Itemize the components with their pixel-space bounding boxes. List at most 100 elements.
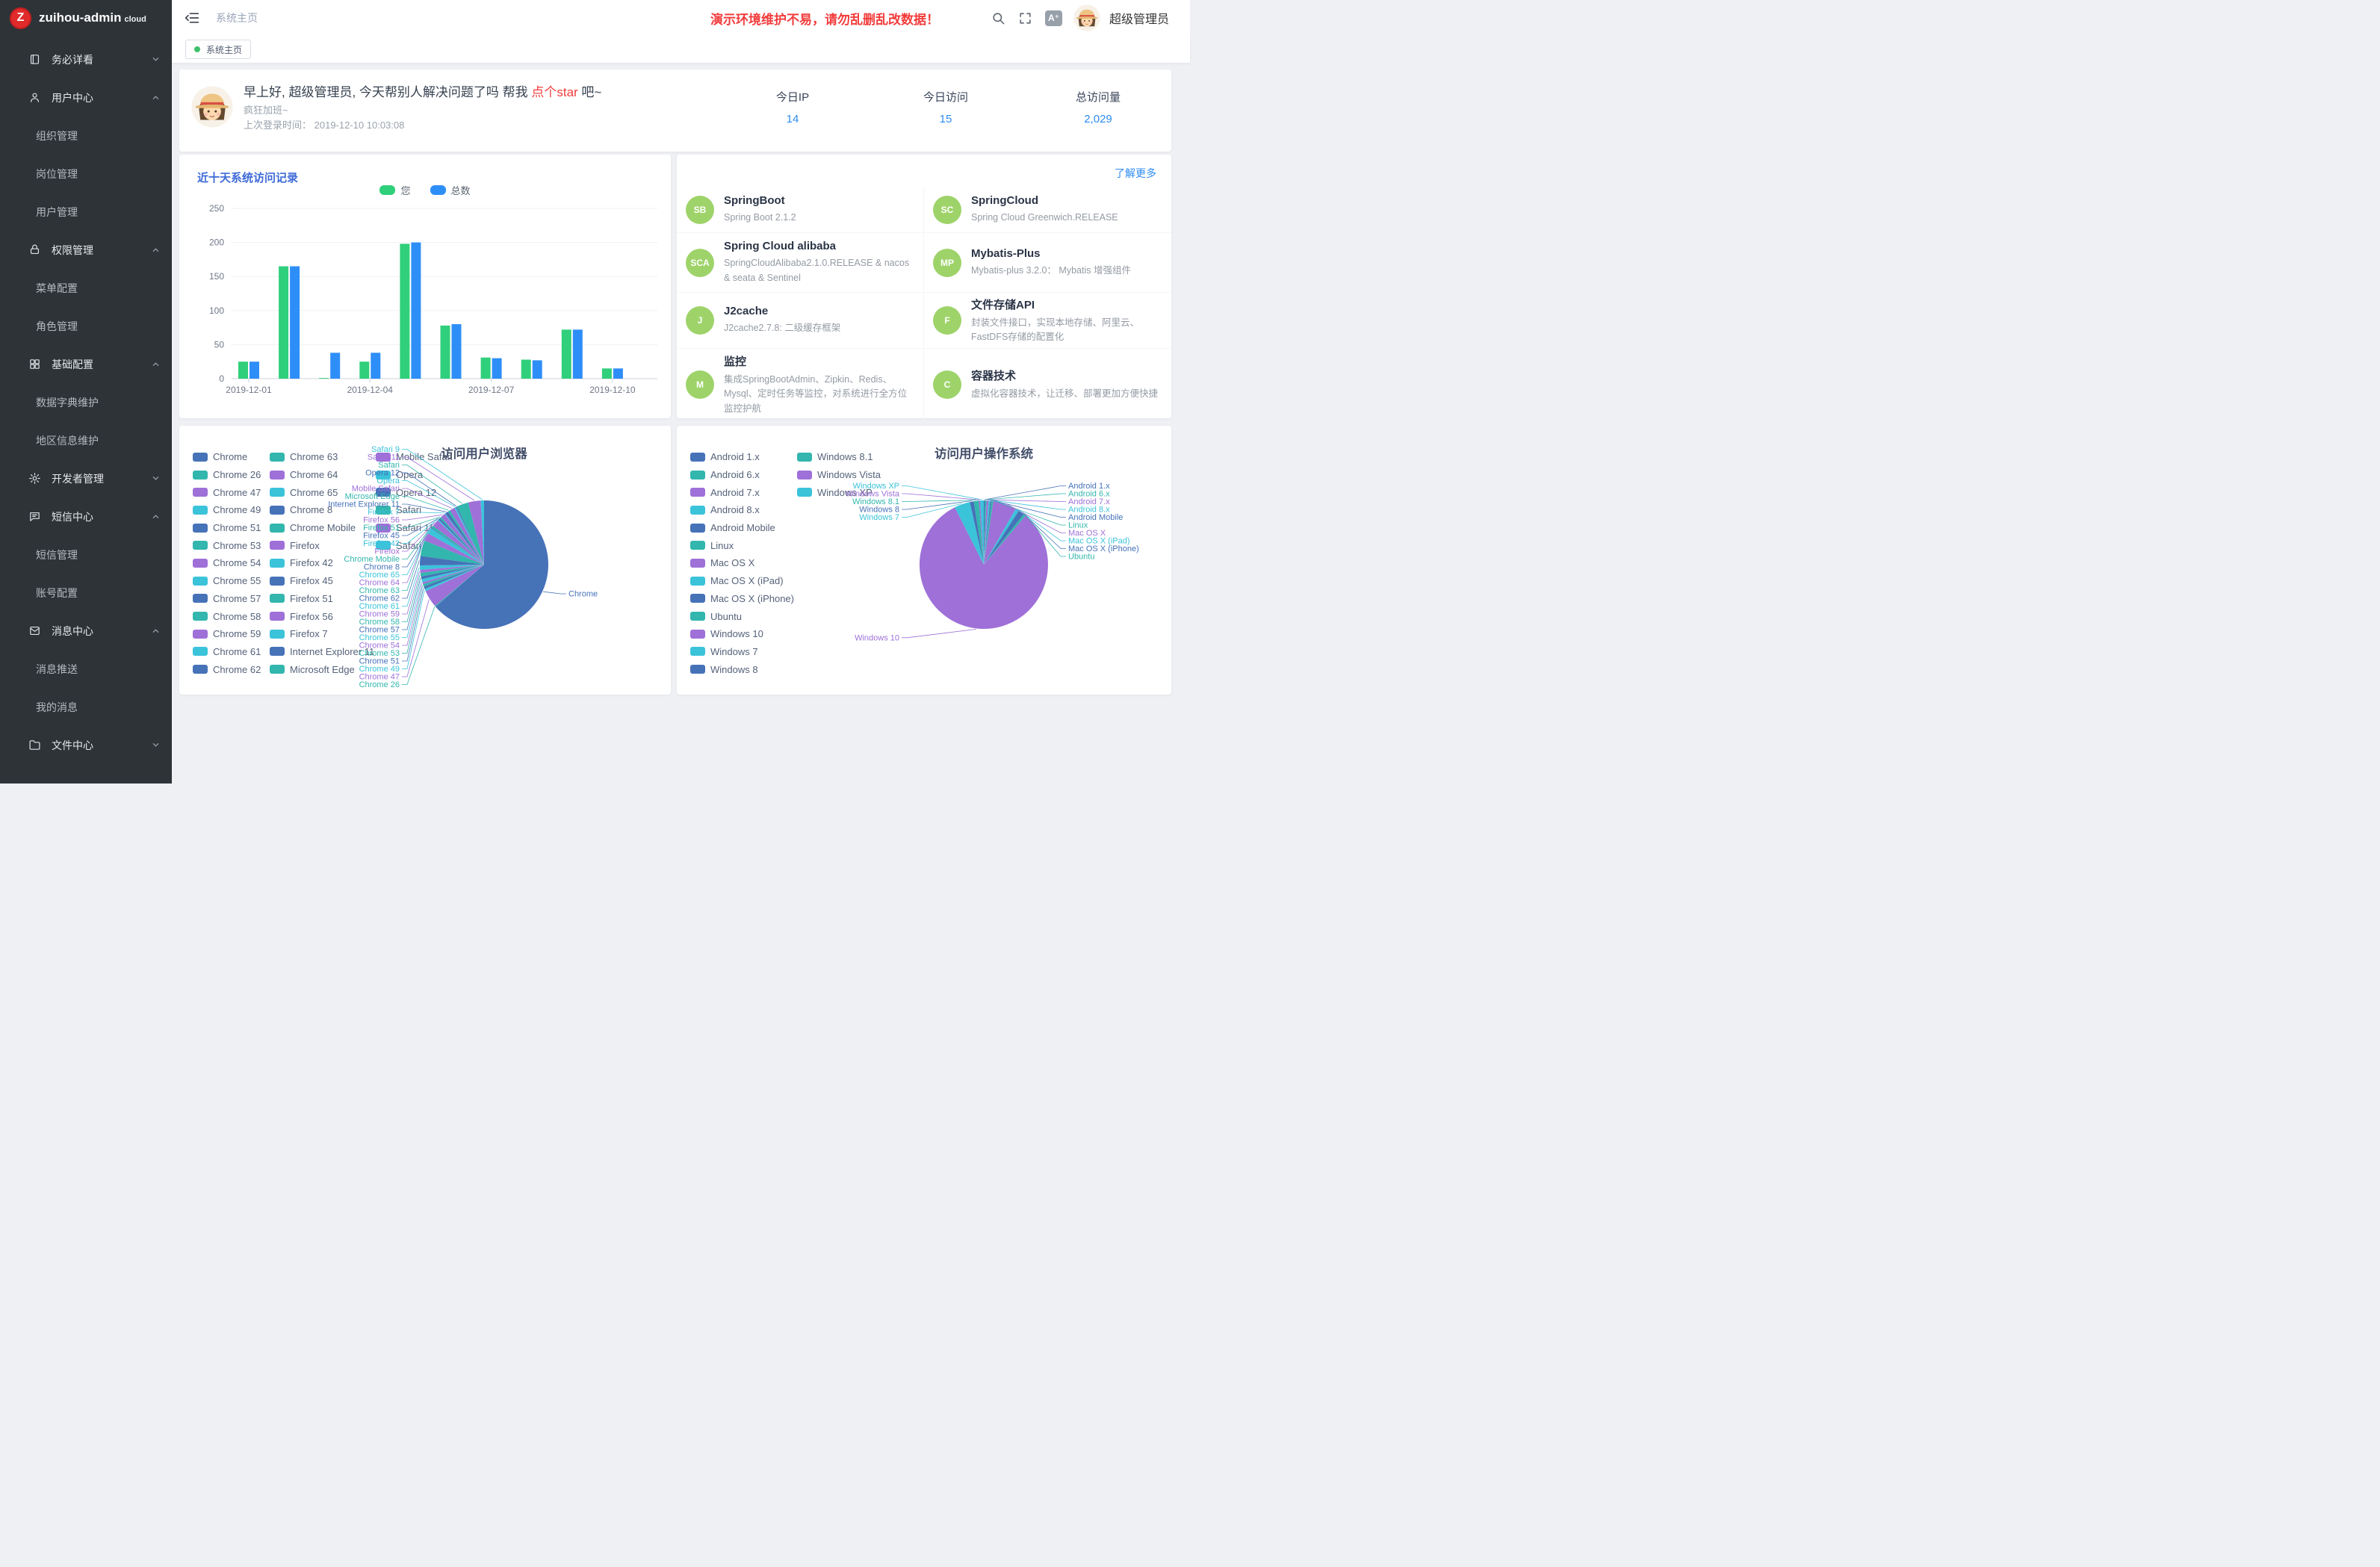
stat-today-ip: 今日IP 14 xyxy=(740,89,845,125)
sidebar-subitem-org-management[interactable]: 组织管理 xyxy=(0,117,172,155)
sidebar-item-file-center[interactable]: 文件中心 xyxy=(0,726,172,764)
tech-badge-icon: SCA xyxy=(686,249,714,277)
gear-icon xyxy=(28,472,42,485)
sidebar-subitem-menu-config[interactable]: 菜单配置 xyxy=(0,269,172,307)
legend-item[interactable]: Chrome 53 xyxy=(193,536,270,554)
legend-item[interactable]: Internet Explorer 11 xyxy=(270,643,376,661)
legend-item[interactable]: Chrome 64 xyxy=(270,466,376,484)
tab-label: 系统主页 xyxy=(206,43,242,56)
sidebar-item-developer-management[interactable]: 开发者管理 xyxy=(0,459,172,497)
legend-item[interactable]: Chrome 8 xyxy=(270,501,376,519)
legend-item[interactable]: Firefox 7 xyxy=(270,625,376,643)
tech-item-desc: Spring Cloud Greenwich.RELEASE xyxy=(971,211,1118,225)
legend-item[interactable]: Chrome 61 xyxy=(193,643,270,661)
sidebar-item-label: 务必详看 xyxy=(52,52,93,67)
legend-item[interactable]: Windows 8.1 xyxy=(797,448,881,466)
legend-item[interactable]: Windows 10 xyxy=(690,625,797,643)
app-root: Z zuihou-admincloud 务必详看用户中心组织管理岗位管理用户管理… xyxy=(0,0,1190,784)
legend-item[interactable]: Linux xyxy=(690,536,797,554)
sidebar-item-sms-center[interactable]: 短信中心 xyxy=(0,497,172,536)
legend-item[interactable]: Android 6.x xyxy=(690,466,797,484)
legend-item[interactable]: Windows Vista xyxy=(797,466,881,484)
sidebar-item-label: 消息中心 xyxy=(52,624,93,639)
legend-item[interactable]: Firefox 51 xyxy=(270,590,376,608)
os-pie-card: 访问用户操作系统 Android 1.xAndroid 6.xAndroid 7… xyxy=(677,426,1171,695)
legend-item[interactable]: Safari 11 xyxy=(376,519,453,537)
legend-item[interactable]: Windows 7 xyxy=(690,643,797,661)
sidebar-subitem-data-dictionary[interactable]: 数据字典维护 xyxy=(0,383,172,421)
legend-item[interactable]: Chrome 57 xyxy=(193,590,270,608)
legend-item[interactable]: Opera 12 xyxy=(376,483,453,501)
menu-fold-icon[interactable] xyxy=(185,11,199,25)
legend-item[interactable]: Chrome 26 xyxy=(193,466,270,484)
svg-text:Mac OS X (iPhone): Mac OS X (iPhone) xyxy=(1068,544,1139,553)
sidebar-subitem-message-push[interactable]: 消息推送 xyxy=(0,650,172,688)
tech-item-title: 文件存储API xyxy=(971,297,1158,312)
font-size-icon[interactable]: A⁺ xyxy=(1045,10,1062,26)
tech-item-desc: J2cache2.7.8: 二级缓存框架 xyxy=(724,321,840,335)
sidebar-item-permission-management[interactable]: 权限管理 xyxy=(0,231,172,269)
legend-item[interactable]: Mac OS X xyxy=(690,554,797,572)
sidebar-subitem-role-management[interactable]: 角色管理 xyxy=(0,307,172,345)
svg-text:2019-12-01: 2019-12-01 xyxy=(226,385,272,395)
sidebar-item-user-center[interactable]: 用户中心 xyxy=(0,78,172,117)
legend-item[interactable]: Mac OS X (iPad) xyxy=(690,572,797,590)
legend-item[interactable]: Firefox xyxy=(270,536,376,554)
svg-text:Android 6.x: Android 6.x xyxy=(1068,490,1110,499)
sidebar-item-message-center[interactable]: 消息中心 xyxy=(0,612,172,650)
sidebar-item-must-read[interactable]: 务必详看 xyxy=(0,40,172,78)
legend-item[interactable]: Windows XP xyxy=(797,483,881,501)
svg-text:150: 150 xyxy=(209,271,224,282)
sidebar-item-base-config[interactable]: 基础配置 xyxy=(0,345,172,383)
legend-item[interactable]: Chrome xyxy=(193,448,270,466)
tab-home[interactable]: 系统主页 xyxy=(185,40,251,59)
legend-item[interactable]: Safari xyxy=(376,501,453,519)
legend-item[interactable]: Chrome 59 xyxy=(193,625,270,643)
fullscreen-icon[interactable] xyxy=(1018,11,1032,25)
star-link[interactable]: 点个star xyxy=(531,85,577,99)
legend-item[interactable]: Firefox 56 xyxy=(270,607,376,625)
legend-item[interactable]: Chrome 49 xyxy=(193,501,270,519)
legend-item[interactable]: Firefox 42 xyxy=(270,554,376,572)
svg-text:Chrome: Chrome xyxy=(568,590,598,599)
learn-more-link[interactable]: 了解更多 xyxy=(1115,166,1156,181)
legend-item[interactable]: Chrome 47 xyxy=(193,483,270,501)
legend-item[interactable]: Android 7.x xyxy=(690,483,797,501)
legend-item[interactable]: Chrome 54 xyxy=(193,554,270,572)
logo-title-text: zuihou-admin xyxy=(39,10,121,25)
legend-item[interactable]: Chrome 65 xyxy=(270,483,376,501)
legend-item[interactable]: Android 8.x xyxy=(690,501,797,519)
legend-item[interactable]: Microsoft Edge xyxy=(270,660,376,678)
greeting-suffix: 吧~ xyxy=(578,85,602,99)
svg-text:Chrome 26: Chrome 26 xyxy=(359,680,400,689)
legend-item[interactable]: Safari 9 xyxy=(376,536,453,554)
legend-item[interactable]: Chrome 51 xyxy=(193,519,270,537)
legend-item[interactable]: Chrome 63 xyxy=(270,448,376,466)
legend-item[interactable]: Ubuntu xyxy=(690,607,797,625)
sidebar-subitem-post-management[interactable]: 岗位管理 xyxy=(0,155,172,193)
legend-item[interactable]: Firefox 45 xyxy=(270,572,376,590)
legend-item[interactable]: Chrome 55 xyxy=(193,572,270,590)
sidebar-subitem-sms-management[interactable]: 短信管理 xyxy=(0,536,172,574)
legend-item[interactable]: Android Mobile xyxy=(690,519,797,537)
legend-item[interactable]: Mac OS X (iPhone) xyxy=(690,590,797,608)
sidebar-subitem-my-messages[interactable]: 我的消息 xyxy=(0,688,172,726)
sidebar-subitem-user-management[interactable]: 用户管理 xyxy=(0,193,172,231)
legend-item[interactable]: Android 1.x xyxy=(690,448,797,466)
legend-item[interactable]: Windows 8 xyxy=(690,660,797,678)
breadcrumb[interactable]: 系统主页 xyxy=(216,10,258,25)
sidebar-subitem-region-info[interactable]: 地区信息维护 xyxy=(0,421,172,459)
sidebar-subitem-account-config[interactable]: 账号配置 xyxy=(0,574,172,612)
legend-item[interactable]: Opera xyxy=(376,466,453,484)
tech-item-title: 监控 xyxy=(724,353,910,369)
tech-item-file-storage-api: F文件存储API封装文件接口，实现本地存储、阿里云、FastDFS存储的配置化 xyxy=(924,292,1171,348)
legend-item[interactable]: Chrome 58 xyxy=(193,607,270,625)
legend-item[interactable]: Mobile Safari xyxy=(376,448,453,466)
user-avatar[interactable] xyxy=(1073,4,1100,31)
username[interactable]: 超级管理员 xyxy=(1109,9,1169,27)
folder-icon xyxy=(28,739,42,752)
legend-item[interactable]: Chrome 62 xyxy=(193,660,270,678)
search-icon[interactable] xyxy=(991,11,1005,25)
legend-item[interactable]: Chrome Mobile xyxy=(270,519,376,537)
app-logo[interactable]: Z zuihou-admincloud xyxy=(0,0,172,36)
